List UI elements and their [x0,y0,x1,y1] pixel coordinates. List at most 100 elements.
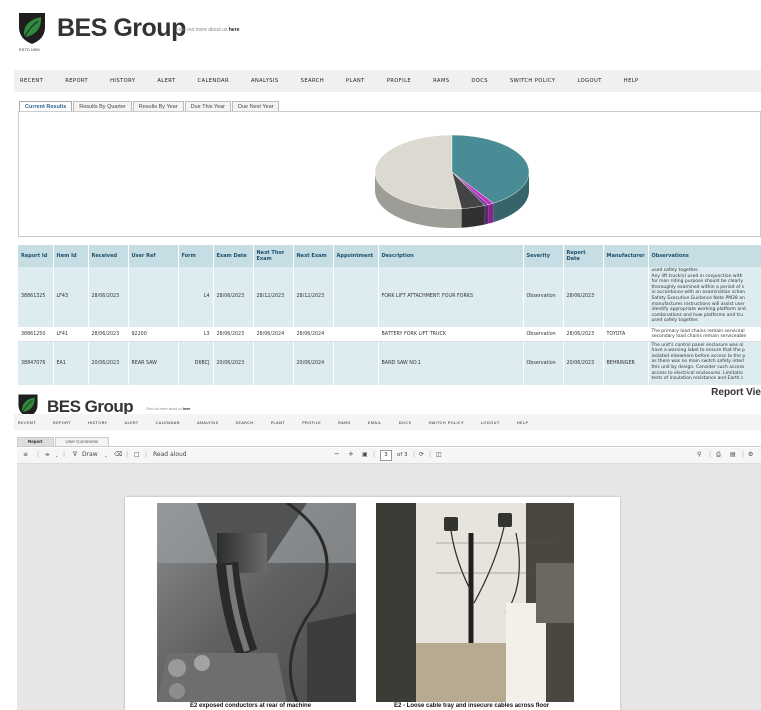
cell-observations: The primary load chains remain serviceal… [648,327,761,342]
nav-item-alert[interactable]: ALERT [124,420,138,425]
cell-manufacturer [603,267,649,328]
cell-report-id: 38861325 [18,267,54,328]
nav-item-history[interactable]: HISTORY [110,78,135,84]
column-header-next-exam[interactable]: Next Exam [293,245,334,267]
table-row[interactable]: 38861325 LF43 28/06/2023 L4 28/06/2023 28/12/… [18,267,761,328]
cell-manufacturer: TOYOTA [603,327,649,342]
nav-item-plant[interactable]: PLANT [346,78,365,84]
nav-item-switch-policy[interactable]: SWITCH POLICY [510,78,556,84]
cell-item-id: LF43 [53,267,89,328]
nav-item-report[interactable]: REPORT [53,420,71,425]
fit-page-icon[interactable]: ▣ [362,451,368,458]
cell-received: 28/06/2023 [88,267,129,328]
cell-form: L4 [178,267,214,328]
cell-severity: Observation [523,267,564,328]
column-header-user-ref[interactable]: User Ref [128,245,179,267]
chart-panel [18,111,761,237]
nav-item-calendar[interactable]: CALENDAR [197,78,228,84]
column-header-item-id[interactable]: Item Id [53,245,89,267]
nav-item-analysis[interactable]: ANALYSIS [197,420,219,425]
cell-next-thor [253,341,294,385]
zoom-out-button[interactable]: − [334,450,340,458]
column-header-appointment[interactable]: Appointment [333,245,379,267]
observation-line: used safely together. [651,318,699,324]
tagline-link[interactable]: here [183,407,190,411]
nav-item-profile[interactable]: PROFILE [387,78,411,84]
draw-button[interactable]: Draw [82,451,98,458]
tab-report[interactable]: Report [17,437,54,446]
page-number-input[interactable]: 3 [380,450,392,461]
save-icon[interactable]: ▤ [730,451,736,458]
tagline-link[interactable]: here [229,27,240,33]
cell-form: L3 [178,327,214,342]
nav-item-rams[interactable]: RAMS [433,78,449,84]
eraser-icon[interactable]: ⌫ [114,451,122,458]
nav-item-docs[interactable]: DOCS [399,420,412,425]
cell-user-ref: 92200 [128,327,179,342]
column-header-report-date[interactable]: Report Date [563,245,604,267]
cell-appointment [333,341,379,385]
column-header-next-thor-exam[interactable]: Next Thor Exam [253,245,294,267]
nav-item-switch-policy[interactable]: SWITCH POLICY [428,420,463,425]
nav-item-docs[interactable]: DOCS [471,78,488,84]
nav-item-email[interactable]: EMAIL [368,420,382,425]
nav-item-logout[interactable]: LOGOUT [578,78,602,84]
nav-item-rams[interactable]: RAMS [338,420,351,425]
nav-item-plant[interactable]: PLANT [271,420,286,425]
search-icon[interactable]: ⚲ [697,451,701,458]
column-header-received[interactable]: Received [88,245,129,267]
nav-item-search[interactable]: SEARCH [301,78,324,84]
nav-item-help[interactable]: HELP [517,420,529,425]
tab-user-comments[interactable]: User Comments [54,437,110,446]
nav-item-report[interactable]: REPORT [65,78,88,84]
gear-icon[interactable]: ⚙ [748,451,753,458]
cell-report-date: 28/06/2023 [563,327,604,342]
tagline-text: Find out more about us [176,27,228,33]
column-header-description[interactable]: Description [378,245,524,267]
column-header-report-id[interactable]: Report Id [18,245,54,267]
column-header-severity[interactable]: Severity [523,245,564,267]
column-header-manufacturer[interactable]: Manufacturer [603,245,649,267]
main-nav: RECENT REPORT HISTORY ALERT CALENDAR ANALYSIS… [14,70,761,92]
observation-line: tests of Insulation resistance and Earth… [651,376,744,382]
column-header-form[interactable]: Form [178,245,214,267]
cell-next-exam: 28/06/2024 [293,327,334,342]
print-icon[interactable]: ⎙ [716,451,721,459]
nav-item-history[interactable]: HISTORY [88,420,108,425]
observation-line: secondary load chains remain serviceable [651,334,747,340]
column-header-exam-date[interactable]: Exam Date [213,245,254,267]
tagline: Find out more about us here [146,407,190,411]
rotate-icon[interactable]: ⟳ [419,451,424,458]
nav-item-search[interactable]: SEARCH [236,420,254,425]
zoom-in-button[interactable]: + [348,450,354,458]
photo-caption-1: E2 exposed conductors at rear of machine [190,703,312,709]
pdf-sidebar [17,464,137,710]
results-pie-chart [374,134,530,228]
nav-item-recent[interactable]: RECENT [20,78,43,84]
tagline: Find out more about us here [176,27,239,33]
photo-caption-2: E2 - Loose cable tray and insecure cable… [394,703,550,709]
nav-item-profile[interactable]: PROFILE [302,420,321,425]
chevron-down-icon[interactable]: ⌄ [104,453,107,458]
page-view-icon[interactable]: ◫ [436,451,442,458]
established-label: ESTD 1960 [19,47,40,52]
brand-name: BES Group [57,14,186,42]
nav-item-help[interactable]: HELP [624,78,639,84]
nav-item-analysis[interactable]: ANALYSIS [251,78,279,84]
nav-item-recent[interactable]: RECENT [18,420,36,425]
draw-icon[interactable]: ∇ [73,451,77,458]
highlight-icon[interactable]: ⌯ [45,451,50,459]
page-total: of 3 [397,452,408,458]
chevron-down-icon[interactable]: ⌄ [55,453,58,458]
table-row[interactable]: 38861250 LF41 28/06/2023 92200 L3 28/06/2023 2… [18,327,761,342]
cell-severity: Observation [523,327,564,342]
nav-item-logout[interactable]: LOGOUT [481,420,500,425]
nav-item-alert[interactable]: ALERT [157,78,175,84]
contents-icon[interactable]: ≡ [23,451,28,458]
cell-next-thor: 28/06/2024 [253,327,294,342]
read-aloud-button[interactable]: Read aloud [153,451,187,458]
column-header-observations[interactable]: Observations [648,245,761,267]
nav-item-calendar[interactable]: CALENDAR [156,420,180,425]
table-row[interactable]: 38847076 EA1 20/06/2023 REAR SAW D6BCJ 20/06/… [18,341,761,385]
text-icon[interactable]: □ [134,451,140,458]
